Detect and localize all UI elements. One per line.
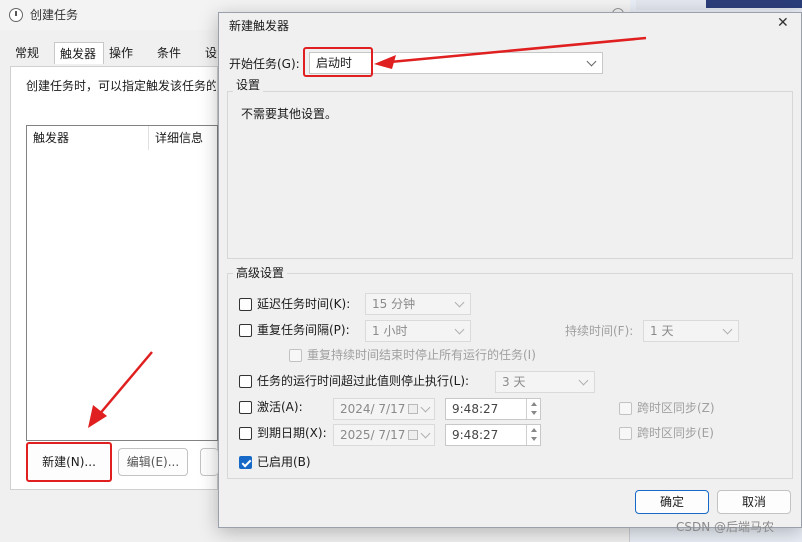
- annotation-arrow-top: [389, 36, 647, 64]
- arrowhead-icon: [374, 55, 396, 69]
- annotation-arrow-bottom: [97, 351, 153, 417]
- annotation-arrows: [88, 36, 647, 428]
